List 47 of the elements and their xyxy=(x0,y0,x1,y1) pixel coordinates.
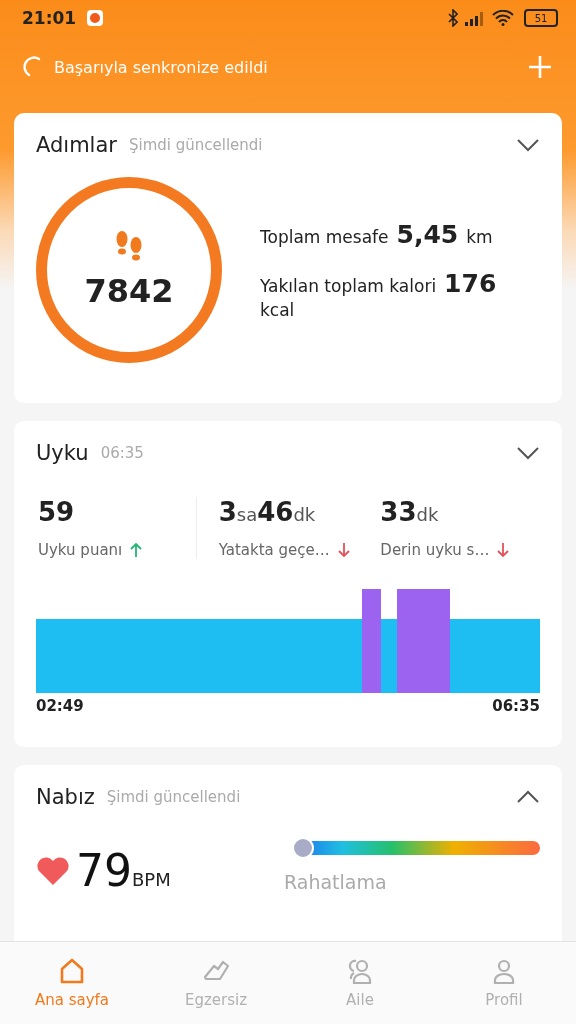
stat-label: Yatakta geçe… xyxy=(218,541,330,559)
card-title: Nabız xyxy=(36,785,95,809)
distance-label: Toplam mesafe xyxy=(260,227,389,247)
chevron-icon[interactable] xyxy=(516,790,540,804)
heart-rate-card[interactable]: Nabız Şimdi güncellendi 79 BPM Rahatlama xyxy=(14,765,562,941)
people-icon xyxy=(346,957,374,985)
distance-unit: km xyxy=(466,227,493,247)
calories-unit: kcal xyxy=(260,300,295,320)
home-icon xyxy=(58,957,86,985)
calories-value: 176 xyxy=(444,269,497,298)
status-time: 21:01 xyxy=(22,8,77,28)
nav-tab[interactable]: Profil xyxy=(432,942,576,1024)
card-title: Adımlar xyxy=(36,133,117,157)
heart-rate-unit: BPM xyxy=(132,869,171,890)
app-notification-icon xyxy=(86,9,105,27)
end-time: 06:35 xyxy=(492,697,540,715)
steps-card[interactable]: Adımlar Şimdi güncellendi 7842 Toplam mesafe 5,45 km Yakılan toplam kalori 176 kcal xyxy=(14,113,562,403)
nav-tab[interactable]: Aile xyxy=(288,942,432,1024)
stat-value: 3sa46dk xyxy=(218,497,317,527)
stat-value: 59 xyxy=(38,497,76,527)
heart-rate-value: 79 xyxy=(76,845,132,896)
nav-tab[interactable]: Ana sayfa xyxy=(0,942,144,1024)
card-subtitle: Şimdi güncellendi xyxy=(106,788,241,806)
sync-status-text: Başarıyla senkronize edildi xyxy=(54,57,268,77)
card-subtitle: Şimdi güncellendi xyxy=(128,136,263,154)
chevron-icon[interactable] xyxy=(516,138,540,152)
stat-label: Derin uyku s… xyxy=(380,541,490,559)
arrow-down-icon xyxy=(337,542,350,558)
start-time: 02:49 xyxy=(36,697,84,715)
stat-value: 33dk xyxy=(380,497,440,527)
sleep-card[interactable]: Uyku 06:35 59 Uyku puanı 3sa46dk Yatakta geçe… 33dk Derin uyku s… 02:49 06:35 xyxy=(14,421,562,747)
chevron-icon[interactable] xyxy=(516,446,540,460)
nav-tab[interactable]: Egzersiz xyxy=(144,942,288,1024)
card-subtitle: 06:35 xyxy=(100,444,144,462)
card-title: Uyku xyxy=(36,441,89,465)
stat-label: Uyku puanı xyxy=(38,541,123,559)
arrow-down-icon xyxy=(497,542,510,558)
heart-icon xyxy=(36,855,70,886)
bluetooth-icon xyxy=(448,9,458,27)
arrow-up-icon xyxy=(130,542,143,558)
wifi-icon xyxy=(492,10,514,26)
step-count: 7842 xyxy=(84,272,174,310)
signal-icon xyxy=(464,10,486,26)
battery-icon: 51 xyxy=(524,9,558,27)
distance-value: 5,45 xyxy=(396,220,459,249)
heart-zone-label: Rahatlama xyxy=(284,871,388,893)
calories-label: Yakılan toplam kalori xyxy=(260,276,437,296)
